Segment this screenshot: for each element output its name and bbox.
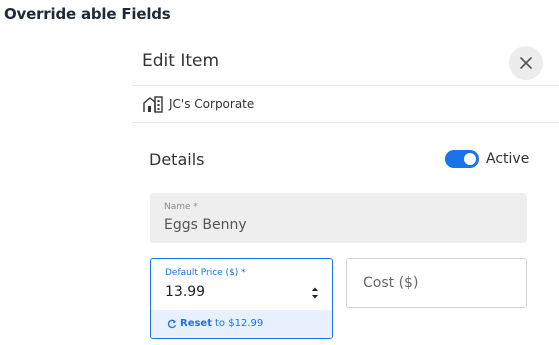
active-toggle-label: Active xyxy=(486,151,530,167)
price-stepper-icon[interactable] xyxy=(310,285,320,301)
building-icon xyxy=(143,96,163,113)
cost-field-placeholder: Cost ($) xyxy=(363,275,419,291)
panel-header: Edit Item xyxy=(132,38,559,86)
details-section-title: Details xyxy=(149,150,205,169)
active-toggle[interactable] xyxy=(445,150,479,168)
name-field-label: Name * xyxy=(164,202,198,212)
name-field-value: Eggs Benny xyxy=(164,217,247,233)
page-heading: Override able Fields xyxy=(4,5,171,23)
name-field[interactable]: Name * Eggs Benny xyxy=(150,193,527,243)
default-price-value[interactable]: 13.99 xyxy=(165,284,205,300)
edit-item-panel: Edit Item JC's Corporate Details Active … xyxy=(132,38,559,345)
reset-suffix: to $12.99 xyxy=(215,318,264,329)
panel-title: Edit Item xyxy=(142,51,220,71)
default-price-field[interactable]: Default Price ($) * 13.99 Reset to $12.9… xyxy=(150,258,333,339)
reset-price-link[interactable]: Reset to $12.99 xyxy=(167,318,263,329)
reset-label: Reset xyxy=(180,318,212,329)
reset-bar: Reset to $12.99 xyxy=(151,310,332,338)
organization-name: JC's Corporate xyxy=(169,97,255,111)
default-price-label: Default Price ($) * xyxy=(165,268,246,278)
close-icon xyxy=(520,57,532,69)
organization-row: JC's Corporate xyxy=(132,87,559,123)
toggle-knob xyxy=(464,153,476,165)
cost-field[interactable]: Cost ($) xyxy=(346,258,527,308)
close-button[interactable] xyxy=(509,46,543,80)
refresh-icon xyxy=(167,319,177,328)
